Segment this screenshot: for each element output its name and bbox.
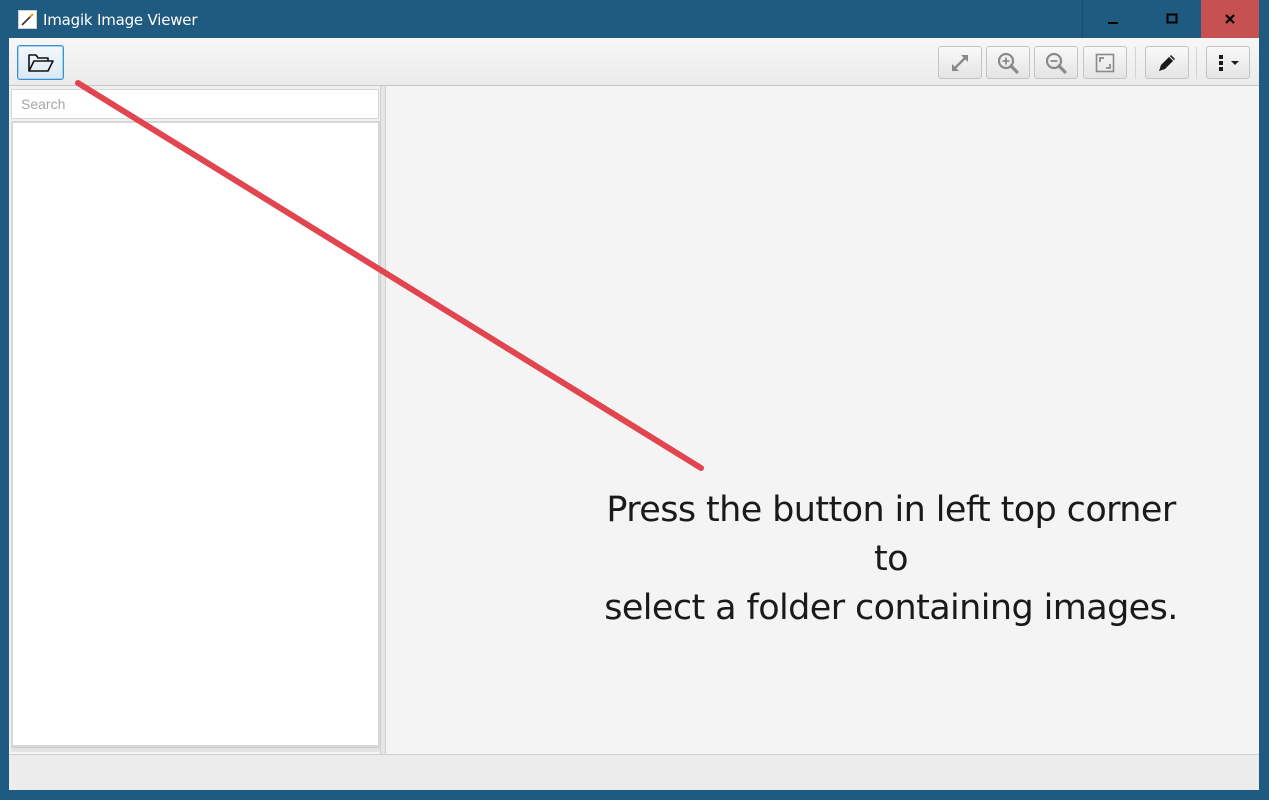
- zoom-out-button[interactable]: [1034, 46, 1078, 79]
- horizontal-scrollbar[interactable]: [11, 747, 380, 752]
- minimize-button[interactable]: [1082, 0, 1142, 38]
- toolbar-separator: [1135, 47, 1136, 79]
- hint-line-1: Press the button in left top corner to: [606, 490, 1176, 579]
- empty-state-hint: Press the button in left top corner to s…: [591, 486, 1191, 633]
- title-bar: Imagik Image Viewer: [0, 0, 1269, 38]
- chevron-down-icon: [1231, 60, 1239, 65]
- open-folder-button[interactable]: [17, 45, 64, 80]
- edit-pencil-icon: [1159, 54, 1175, 71]
- folder-open-icon: [27, 53, 54, 72]
- file-list[interactable]: [11, 121, 380, 747]
- sidebar: [9, 86, 386, 752]
- minimize-icon: [1107, 22, 1118, 24]
- fit-to-window-icon: [1095, 53, 1115, 72]
- zoom-out-icon: [1045, 52, 1067, 74]
- hint-line-2: select a folder containing images.: [604, 588, 1178, 628]
- app-client-area: Press the button in left top corner to s…: [9, 38, 1259, 790]
- maximize-button[interactable]: [1142, 0, 1201, 38]
- app-logo-icon: [18, 10, 37, 29]
- edit-button[interactable]: [1145, 46, 1189, 79]
- status-bar: [9, 754, 1259, 790]
- more-options-button[interactable]: [1206, 46, 1250, 79]
- window-title: Imagik Image Viewer: [43, 11, 198, 29]
- fullscreen-icon: [952, 54, 968, 71]
- close-icon: [1225, 14, 1235, 24]
- image-viewer-area: Press the button in left top corner to s…: [386, 86, 1259, 754]
- toolbar-separator: [1196, 47, 1197, 79]
- toolbar: [9, 38, 1259, 86]
- more-options-icon: [1219, 54, 1239, 71]
- fit-to-window-button[interactable]: [1083, 46, 1127, 79]
- close-button[interactable]: [1201, 0, 1259, 38]
- fullscreen-button[interactable]: [938, 46, 982, 79]
- search-input[interactable]: [11, 89, 379, 119]
- maximize-icon: [1166, 13, 1177, 24]
- zoom-in-icon: [997, 52, 1019, 74]
- zoom-in-button[interactable]: [986, 46, 1030, 79]
